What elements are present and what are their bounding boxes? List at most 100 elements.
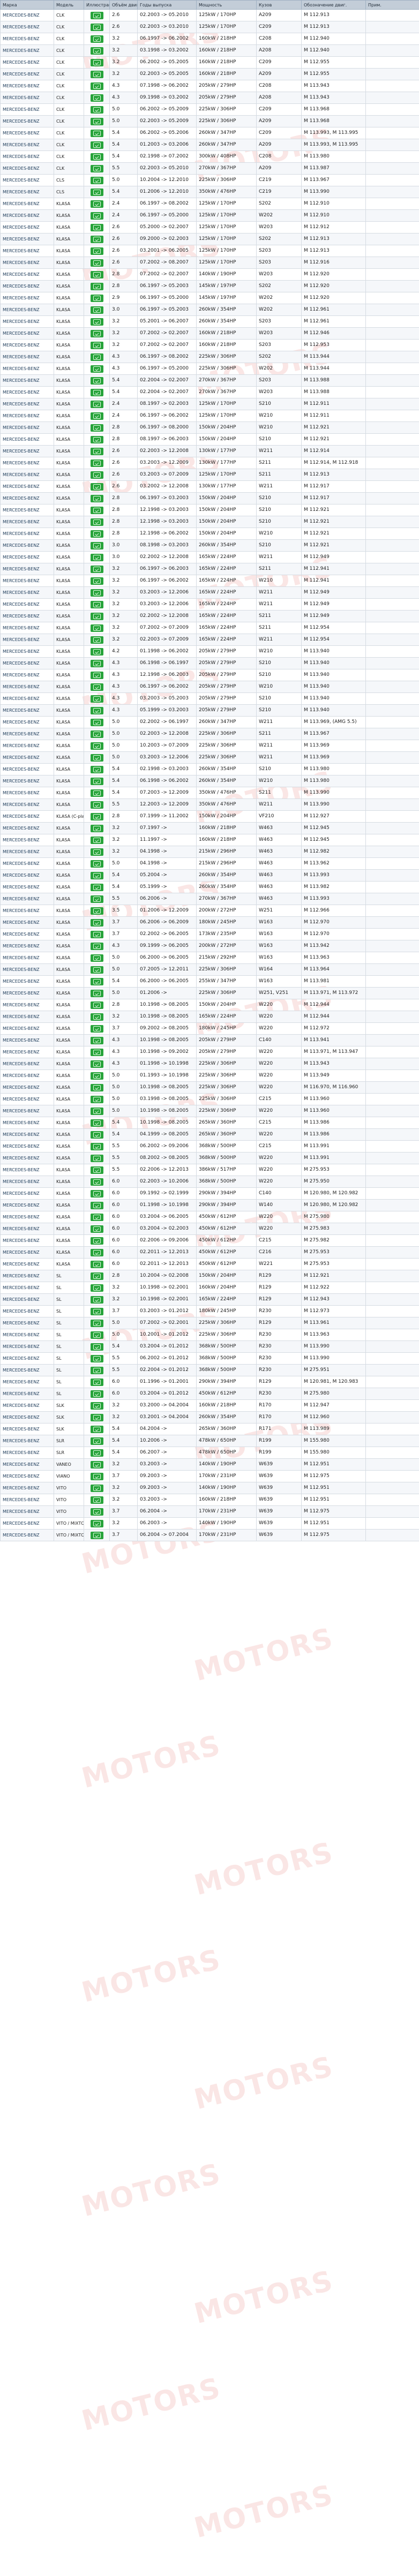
vehicle-illustration-icon[interactable] [90,636,103,644]
vehicle-illustration-icon[interactable] [90,812,103,820]
vehicle-illustration-icon[interactable] [90,294,103,302]
vehicle-illustration-icon[interactable] [90,871,103,879]
vehicle-illustration-icon[interactable] [90,1237,103,1245]
vehicle-illustration-icon[interactable] [90,270,103,278]
column-header-make[interactable]: Марка [0,0,54,10]
column-header-years[interactable]: Годы выпуска [137,0,197,10]
vehicle-illustration-icon[interactable] [90,1354,103,1362]
vehicle-illustration-icon[interactable] [90,1189,103,1197]
vehicle-illustration-icon[interactable] [90,1025,103,1033]
vehicle-illustration-icon[interactable] [90,353,103,361]
vehicle-illustration-icon[interactable] [90,989,103,997]
vehicle-illustration-icon[interactable] [90,1095,103,1103]
vehicle-illustration-icon[interactable] [90,1272,103,1280]
vehicle-illustration-icon[interactable] [90,1437,103,1445]
vehicle-illustration-icon[interactable] [90,1260,103,1268]
vehicle-illustration-icon[interactable] [90,1531,103,1539]
vehicle-illustration-icon[interactable] [90,683,103,691]
vehicle-illustration-icon[interactable] [90,282,103,290]
vehicle-illustration-icon[interactable] [90,58,103,66]
vehicle-illustration-icon[interactable] [90,718,103,726]
vehicle-illustration-icon[interactable] [90,483,103,491]
vehicle-illustration-icon[interactable] [90,1460,103,1468]
vehicle-illustration-icon[interactable] [90,117,103,125]
vehicle-illustration-icon[interactable] [90,247,103,255]
vehicle-illustration-icon[interactable] [90,541,103,549]
vehicle-illustration-icon[interactable] [90,82,103,90]
vehicle-illustration-icon[interactable] [90,883,103,891]
vehicle-illustration-icon[interactable] [90,1154,103,1162]
vehicle-illustration-icon[interactable] [90,966,103,974]
vehicle-illustration-icon[interactable] [90,506,103,514]
vehicle-illustration-icon[interactable] [90,1213,103,1221]
vehicle-illustration-icon[interactable] [90,212,103,220]
vehicle-illustration-icon[interactable] [90,1119,103,1127]
vehicle-illustration-icon[interactable] [90,742,103,750]
vehicle-illustration-icon[interactable] [90,1366,103,1374]
vehicle-illustration-icon[interactable] [90,730,103,738]
vehicle-illustration-icon[interactable] [90,106,103,114]
vehicle-illustration-icon[interactable] [90,153,103,161]
vehicle-illustration-icon[interactable] [90,365,103,373]
vehicle-illustration-icon[interactable] [90,318,103,326]
vehicle-illustration-icon[interactable] [90,400,103,408]
vehicle-illustration-icon[interactable] [90,860,103,868]
vehicle-illustration-icon[interactable] [90,11,103,19]
vehicle-illustration-icon[interactable] [90,1225,103,1233]
vehicle-illustration-icon[interactable] [90,1295,103,1304]
vehicle-illustration-icon[interactable] [90,1472,103,1480]
vehicle-illustration-icon[interactable] [90,1284,103,1292]
vehicle-illustration-icon[interactable] [90,1449,103,1457]
vehicle-illustration-icon[interactable] [90,1319,103,1327]
vehicle-illustration-icon[interactable] [90,94,103,102]
vehicle-illustration-icon[interactable] [90,1519,103,1527]
vehicle-illustration-icon[interactable] [90,824,103,832]
vehicle-illustration-icon[interactable] [90,1048,103,1056]
vehicle-illustration-icon[interactable] [90,459,103,467]
vehicle-illustration-icon[interactable] [90,1331,103,1339]
vehicle-illustration-icon[interactable] [90,200,103,208]
vehicle-illustration-icon[interactable] [90,647,103,656]
vehicle-illustration-icon[interactable] [90,518,103,526]
vehicle-illustration-icon[interactable] [90,176,103,184]
vehicle-illustration-icon[interactable] [90,1072,103,1080]
vehicle-illustration-icon[interactable] [90,1425,103,1433]
column-header-note[interactable]: Прим. [365,0,419,10]
vehicle-illustration-icon[interactable] [90,659,103,667]
vehicle-illustration-icon[interactable] [90,930,103,938]
vehicle-illustration-icon[interactable] [90,1343,103,1351]
vehicle-illustration-icon[interactable] [90,259,103,267]
vehicle-illustration-icon[interactable] [90,1508,103,1516]
vehicle-illustration-icon[interactable] [90,1107,103,1115]
vehicle-illustration-icon[interactable] [90,47,103,55]
vehicle-illustration-icon[interactable] [90,376,103,385]
vehicle-illustration-icon[interactable] [90,471,103,479]
vehicle-illustration-icon[interactable] [90,918,103,927]
vehicle-illustration-icon[interactable] [90,1013,103,1021]
vehicle-illustration-icon[interactable] [90,1307,103,1315]
vehicle-illustration-icon[interactable] [90,706,103,714]
column-header-volume[interactable]: Объём двиг. [109,0,138,10]
vehicle-illustration-icon[interactable] [90,70,103,78]
vehicle-illustration-icon[interactable] [90,589,103,597]
vehicle-illustration-icon[interactable] [90,329,103,337]
vehicle-illustration-icon[interactable] [90,1036,103,1044]
vehicle-illustration-icon[interactable] [90,565,103,573]
vehicle-illustration-icon[interactable] [90,447,103,455]
vehicle-illustration-icon[interactable] [90,754,103,762]
vehicle-illustration-icon[interactable] [90,306,103,314]
vehicle-illustration-icon[interactable] [90,1178,103,1186]
vehicle-illustration-icon[interactable] [90,624,103,632]
column-header-model[interactable]: Модель [54,0,84,10]
vehicle-illustration-icon[interactable] [90,671,103,679]
vehicle-illustration-icon[interactable] [90,1166,103,1174]
vehicle-illustration-icon[interactable] [90,35,103,43]
vehicle-illustration-icon[interactable] [90,848,103,856]
column-header-power[interactable]: Мощность [196,0,257,10]
vehicle-illustration-icon[interactable] [90,836,103,844]
column-header-engine[interactable]: Обозначение двиг. [301,0,366,10]
vehicle-illustration-icon[interactable] [90,494,103,502]
vehicle-illustration-icon[interactable] [90,1402,103,1410]
vehicle-illustration-icon[interactable] [90,223,103,231]
vehicle-illustration-icon[interactable] [90,777,103,785]
